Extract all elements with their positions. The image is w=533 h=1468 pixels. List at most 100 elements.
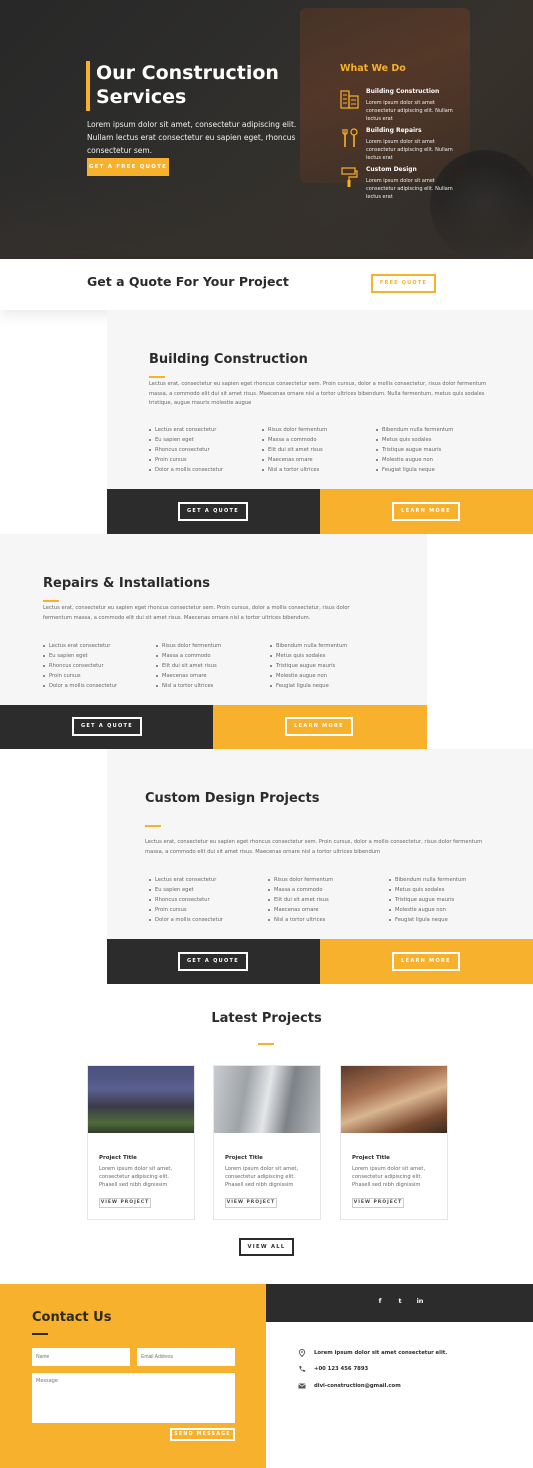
what-we-do-item-desc: Lorem ipsum dolor sit amet consectetur a… <box>366 139 453 161</box>
list-item: Massa a commodo <box>262 435 372 445</box>
what-we-do-item-desc: Lorem ipsum dolor sit amet consectetur a… <box>366 100 453 122</box>
service-title: Repairs & Installations <box>43 576 210 591</box>
list-item: Dolor a mollis consectetur <box>149 915 259 925</box>
hero-title-line2: Services <box>96 86 187 108</box>
hero-title: Our Construction Services <box>96 61 326 109</box>
list-item: Bibendum nulla fermentum <box>270 641 380 651</box>
get-a-quote-button[interactable]: GET A QUOTE <box>178 952 248 971</box>
what-we-do-item: Custom Design Lorem ipsum dolor sit amet… <box>340 166 520 200</box>
project-desc: Lorem ipsum dolor sit amet, consectetur … <box>225 1166 299 1188</box>
view-all-button[interactable]: VIEW ALL <box>239 1238 294 1256</box>
project-card[interactable]: Project Title Lorem ipsum dolor sit amet… <box>87 1065 195 1220</box>
list-item: Risus dolor fermentum <box>262 425 372 435</box>
send-message-button[interactable]: SEND MESSAGE <box>170 1428 235 1441</box>
service-list-col3: Bibendum nulla fermentum Metus quis soda… <box>270 641 380 691</box>
service-title: Custom Design Projects <box>145 791 320 806</box>
list-item: Bibendum nulla fermentum <box>376 425 486 435</box>
what-we-do-title: What We Do <box>340 63 406 74</box>
list-item: Lectus erat consectetur <box>149 875 259 885</box>
list-item: Elit dui sit amet risus <box>262 445 372 455</box>
building-icon <box>340 90 359 109</box>
address-text: Lorem ipsum dolor sit amet consectetur e… <box>314 1350 448 1356</box>
project-image <box>341 1066 447 1133</box>
service-list-col2: Risus dolor fermentum Massa a commodo El… <box>268 875 378 925</box>
project-desc: Lorem ipsum dolor sit amet, consectetur … <box>352 1166 426 1188</box>
service-list-col3: Bibendum nulla fermentum Metus quis soda… <box>389 875 499 925</box>
list-item: Dolor a mollis consectetur <box>43 681 153 691</box>
email-field[interactable] <box>137 1348 235 1366</box>
learn-more-button[interactable]: LEARN MORE <box>392 952 460 971</box>
location-pin-icon <box>298 1349 306 1357</box>
what-we-do-item-desc: Lorem ipsum dolor sit amet consectetur a… <box>366 178 453 200</box>
contact-title-accent <box>32 1333 48 1335</box>
what-we-do-item-title: Custom Design <box>366 166 417 173</box>
project-title: Project Title <box>99 1155 137 1161</box>
linkedin-icon[interactable]: in <box>415 1297 425 1307</box>
service-title-accent <box>43 600 59 602</box>
list-item: Proin cursus <box>149 905 259 915</box>
latest-projects-title: Latest Projects <box>211 1011 322 1026</box>
list-item: Maecenas ornare <box>156 671 266 681</box>
message-field[interactable] <box>32 1373 235 1423</box>
learn-more-button[interactable]: LEARN MORE <box>285 717 353 736</box>
project-title: Project Title <box>225 1155 263 1161</box>
service-text: Lectus erat, consectetur eu sapien eget … <box>145 839 483 855</box>
learn-more-button[interactable]: LEARN MORE <box>392 502 460 521</box>
view-project-button[interactable]: VIEW PROJECT <box>225 1198 277 1208</box>
list-item: Eu sapien eget <box>149 885 259 895</box>
hero-title-line1: Our Construction <box>96 62 279 84</box>
view-project-button[interactable]: VIEW PROJECT <box>99 1198 151 1208</box>
list-item: Feugiat ligula neque <box>389 915 499 925</box>
project-card[interactable]: Project Title Lorem ipsum dolor sit amet… <box>340 1065 448 1220</box>
project-image <box>214 1066 320 1133</box>
list-item: Massa a commodo <box>156 651 266 661</box>
service-list-col1: Lectus erat consectetur Eu sapien eget R… <box>149 875 259 925</box>
list-item: Metus quis sodales <box>270 651 380 661</box>
get-a-quote-button[interactable]: GET A QUOTE <box>72 717 142 736</box>
list-item: Molestie augue non <box>376 455 486 465</box>
name-field[interactable] <box>32 1348 130 1366</box>
list-item: Eu sapien eget <box>149 435 259 445</box>
get-free-quote-button[interactable]: GET A FREE QUOTE <box>87 158 169 176</box>
service-list-col2: Risus dolor fermentum Massa a commodo El… <box>262 425 372 475</box>
list-item: Nisl a tortor ultrices <box>262 465 372 475</box>
free-quote-button[interactable]: FREE QUOTE <box>371 274 436 293</box>
project-title: Project Title <box>352 1155 390 1161</box>
get-a-quote-button[interactable]: GET A QUOTE <box>178 502 248 521</box>
list-item: Molestie augue non <box>270 671 380 681</box>
list-item: Tristique augue mauris <box>376 445 486 455</box>
contact-title: Contact Us <box>32 1310 112 1325</box>
service-list-col2: Risus dolor fermentum Massa a commodo El… <box>156 641 266 691</box>
list-item: Rhoncus consectetur <box>149 895 259 905</box>
what-we-do-item: Building Construction Lorem ipsum dolor … <box>340 88 520 122</box>
list-item: Elit dui sit amet risus <box>156 661 266 671</box>
list-item: Lectus erat consectetur <box>43 641 153 651</box>
view-project-button[interactable]: VIEW PROJECT <box>352 1198 404 1208</box>
list-item: Nisl a tortor ultrices <box>156 681 266 691</box>
list-item: Feugiat ligula neque <box>376 465 486 475</box>
list-item: Massa a commodo <box>268 885 378 895</box>
list-item: Feugiat ligula neque <box>270 681 380 691</box>
quote-bar-title: Get a Quote For Your Project <box>87 274 289 289</box>
what-we-do-item-title: Building Repairs <box>366 127 422 134</box>
list-item: Tristique augue mauris <box>389 895 499 905</box>
twitter-icon[interactable]: t <box>395 1297 405 1307</box>
list-item: Metus quis sodales <box>376 435 486 445</box>
hero-text: Lorem ipsum dolor sit amet, consectetur … <box>87 120 297 155</box>
hero-title-accent <box>86 61 90 111</box>
project-card[interactable]: Project Title Lorem ipsum dolor sit amet… <box>213 1065 321 1220</box>
list-item: Dolor a mollis consectetur <box>149 465 259 475</box>
list-item: Bibendum nulla fermentum <box>389 875 499 885</box>
tools-icon <box>342 128 358 147</box>
facebook-icon[interactable]: f <box>375 1297 385 1307</box>
list-item: Lectus erat consectetur <box>149 425 259 435</box>
list-item: Rhoncus consectetur <box>43 661 153 671</box>
list-item: Risus dolor fermentum <box>268 875 378 885</box>
envelope-icon <box>298 1383 306 1389</box>
paint-roller-icon <box>341 167 358 187</box>
what-we-do-item-title: Building Construction <box>366 88 440 95</box>
service-title-accent <box>149 376 165 378</box>
list-item: Rhoncus consectetur <box>149 445 259 455</box>
list-item: Metus quis sodales <box>389 885 499 895</box>
list-item: Proin cursus <box>43 671 153 681</box>
